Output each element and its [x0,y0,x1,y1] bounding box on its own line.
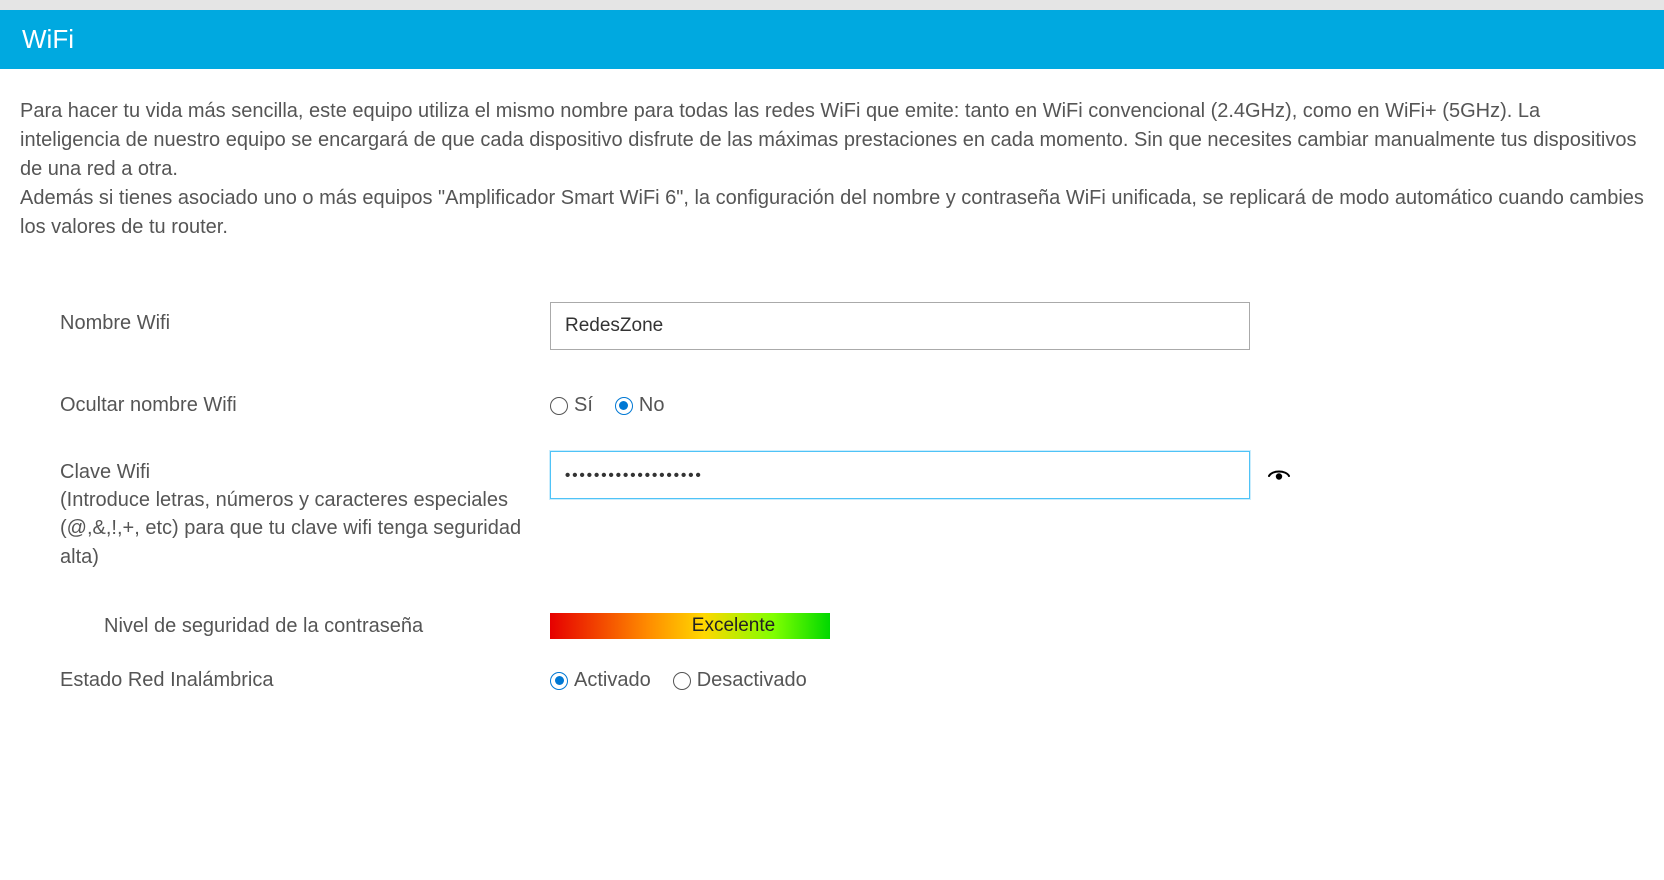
top-strip [0,0,1664,10]
radio-wifi-state-on[interactable]: Activado [550,669,651,692]
radio-label-yes: Sí [574,394,593,417]
eye-icon[interactable] [1266,463,1292,489]
label-wifi-key: Clave Wifi (Introduce letras, números y … [60,451,550,571]
input-wifi-name[interactable] [550,302,1250,350]
intro-paragraph-1: Para hacer tu vida más sencilla, este eq… [20,100,1636,180]
intro-text: Para hacer tu vida más sencilla, este eq… [20,97,1644,242]
radio-label-on: Activado [574,669,651,692]
label-wifi-key-hint: (Introduce letras, números y caracteres … [60,486,550,571]
password-strength-bar: Excelente [550,613,830,639]
radio-circle-icon [550,672,568,690]
row-password-strength: Nivel de seguridad de la contraseña Exce… [60,605,1644,639]
label-password-strength: Nivel de seguridad de la contraseña [60,605,550,638]
intro-paragraph-2: Además si tienes asociado uno o más equi… [20,187,1644,238]
label-wifi-state: Estado Red Inalámbrica [60,659,550,692]
row-wifi-state: Estado Red Inalámbrica Activado Desactiv… [60,659,1644,692]
radio-circle-icon [615,397,633,415]
row-hide-ssid: Ocultar nombre Wifi Sí No [60,384,1644,417]
radio-label-no: No [639,394,665,417]
row-wifi-key: Clave Wifi (Introduce letras, números y … [60,451,1644,571]
radio-wifi-state-off[interactable]: Desactivado [673,669,807,692]
page-title: WiFi [22,24,74,54]
label-wifi-name: Nombre Wifi [60,302,550,335]
radio-hide-ssid-yes[interactable]: Sí [550,394,593,417]
radio-circle-icon [673,672,691,690]
content: Para hacer tu vida más sencilla, este eq… [0,69,1664,766]
radio-label-off: Desactivado [697,669,807,692]
radio-hide-ssid-no[interactable]: No [615,394,665,417]
input-wifi-key[interactable] [550,451,1250,499]
label-hide-ssid: Ocultar nombre Wifi [60,384,550,417]
radio-circle-icon [550,397,568,415]
password-strength-value: Excelente [550,613,830,639]
wifi-form: Nombre Wifi Ocultar nombre Wifi Sí No [20,302,1644,692]
page-header: WiFi [0,10,1664,69]
row-wifi-name: Nombre Wifi [60,302,1644,350]
label-wifi-key-text: Clave Wifi [60,461,150,483]
